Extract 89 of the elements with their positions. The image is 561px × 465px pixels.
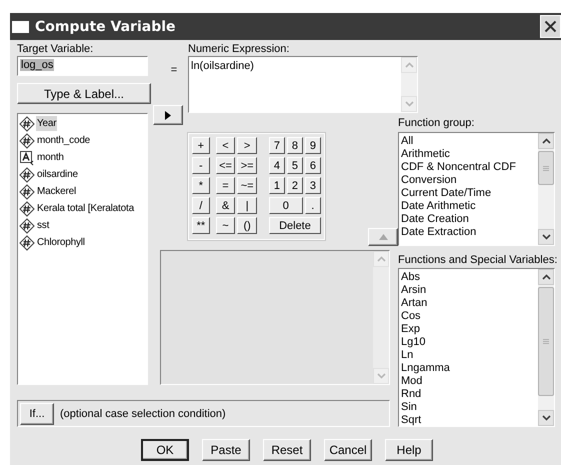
- list-item[interactable]: Artan: [401, 297, 536, 310]
- list-item[interactable]: Exp: [401, 323, 536, 336]
- keypad-key[interactable]: 2: [286, 177, 303, 194]
- close-icon: [544, 20, 557, 33]
- right-arrow-button[interactable]: [153, 105, 183, 125]
- chevron-up-icon: [376, 256, 386, 262]
- list-item[interactable]: Abs: [401, 271, 536, 284]
- scrollbar[interactable]: [538, 269, 554, 426]
- window-icon: [12, 20, 29, 32]
- list-label: Functions and Special Variables:: [398, 254, 555, 267]
- triangle-right-icon: [165, 110, 171, 120]
- type-label-button[interactable]: Type & Label...: [17, 83, 151, 104]
- keypad-key[interactable]: /: [192, 197, 210, 214]
- dialog-button[interactable]: OK: [141, 439, 189, 461]
- keypad-key[interactable]: >: [237, 137, 257, 154]
- triangle-up-icon: [378, 234, 388, 240]
- list-item[interactable]: Arithmetic: [401, 148, 536, 161]
- equals-sign: =: [170, 63, 178, 78]
- dialog-button[interactable]: Cancel: [324, 439, 372, 461]
- field-label: Target Variable:: [17, 43, 94, 56]
- chevron-down-icon: [542, 415, 550, 421]
- list-item[interactable]: Conversion: [401, 174, 536, 187]
- chevron-down-icon: [404, 101, 414, 107]
- keypad-key[interactable]: +: [192, 137, 210, 154]
- chevron-down-icon: [542, 234, 550, 240]
- list-item[interactable]: CDF & Noncentral CDF: [401, 161, 536, 174]
- keypad-key[interactable]: -: [192, 157, 210, 174]
- dialog-button[interactable]: Reset: [263, 439, 311, 461]
- list-item[interactable]: Date Extraction: [401, 226, 536, 239]
- keypad-key[interactable]: 3: [304, 177, 321, 194]
- list-item[interactable]: All: [401, 135, 536, 148]
- keypad-key[interactable]: Delete: [268, 217, 321, 234]
- chevron-down-icon: [376, 373, 386, 379]
- list-item[interactable]: Date Creation: [401, 213, 536, 226]
- close-button[interactable]: [540, 15, 561, 38]
- keypad-key[interactable]: ~: [216, 217, 236, 234]
- keypad-key[interactable]: <=: [216, 157, 236, 174]
- variable-item[interactable]: month_code: [19, 132, 147, 149]
- keypad-key[interactable]: <: [216, 137, 236, 154]
- keypad-key[interactable]: ~=: [237, 177, 257, 194]
- keypad-key[interactable]: |: [237, 197, 257, 214]
- keypad-key[interactable]: 1: [268, 177, 285, 194]
- keypad-key[interactable]: 8: [286, 137, 303, 154]
- grip-icon: [543, 339, 549, 344]
- target-variable-field[interactable]: log_os: [17, 56, 148, 76]
- list-item[interactable]: Lg10: [401, 336, 536, 349]
- list-item[interactable]: Date Arithmetic: [401, 200, 536, 213]
- list-item[interactable]: Mod: [401, 375, 536, 388]
- keypad-key[interactable]: =: [216, 177, 236, 194]
- keypad-key[interactable]: >=: [237, 157, 257, 174]
- keypad-key[interactable]: .: [304, 197, 321, 214]
- dialog-button[interactable]: Paste: [202, 439, 250, 461]
- condition-text: (optional case selection condition): [60, 408, 226, 420]
- keypad-key[interactable]: 5: [286, 157, 303, 174]
- variable-item[interactable]: sst: [19, 217, 147, 234]
- scrollbar[interactable]: [538, 133, 554, 245]
- keypad-key[interactable]: 4: [268, 157, 285, 174]
- list-item[interactable]: Sin: [401, 401, 536, 414]
- list-label: Function group:: [398, 117, 476, 130]
- chevron-up-icon: [404, 62, 414, 68]
- keypad-key[interactable]: *: [192, 177, 210, 194]
- list-item[interactable]: Rnd: [401, 388, 536, 401]
- list-item[interactable]: Arsin: [401, 284, 536, 297]
- keypad-key[interactable]: 0: [268, 197, 303, 214]
- list-item[interactable]: Current Date/Time: [401, 187, 536, 200]
- list-item[interactable]: Cos: [401, 310, 536, 323]
- field-label: Numeric Expression:: [188, 43, 290, 56]
- keypad-key[interactable]: 7: [268, 137, 285, 154]
- dialog-button[interactable]: Help: [385, 439, 433, 461]
- chevron-up-icon: [542, 138, 550, 144]
- grip-icon: [543, 166, 549, 170]
- keypad-key[interactable]: (): [237, 217, 257, 234]
- variable-item[interactable]: Kerala total [Keralatota: [19, 200, 147, 217]
- chevron-up-icon: [542, 274, 550, 280]
- variable-item[interactable]: oilsardine: [19, 166, 147, 183]
- variable-item[interactable]: Chlorophyll: [19, 234, 147, 251]
- keypad-key[interactable]: 9: [304, 137, 321, 154]
- keypad-key[interactable]: **: [192, 217, 210, 234]
- list-item[interactable]: Ln: [401, 349, 536, 362]
- window-title: Compute Variable: [35, 18, 176, 34]
- variable-item[interactable]: Year: [19, 115, 147, 132]
- keypad-key[interactable]: 6: [304, 157, 321, 174]
- keypad-key[interactable]: &: [216, 197, 236, 214]
- variable-item[interactable]: month: [19, 149, 147, 166]
- list-item[interactable]: Sqrt: [401, 414, 536, 426]
- if-button[interactable]: If...: [20, 402, 54, 424]
- expression-field[interactable]: ln(oilsardine): [188, 56, 418, 113]
- variable-item[interactable]: Mackerel: [19, 183, 147, 200]
- list-item[interactable]: Lngamma: [401, 362, 536, 375]
